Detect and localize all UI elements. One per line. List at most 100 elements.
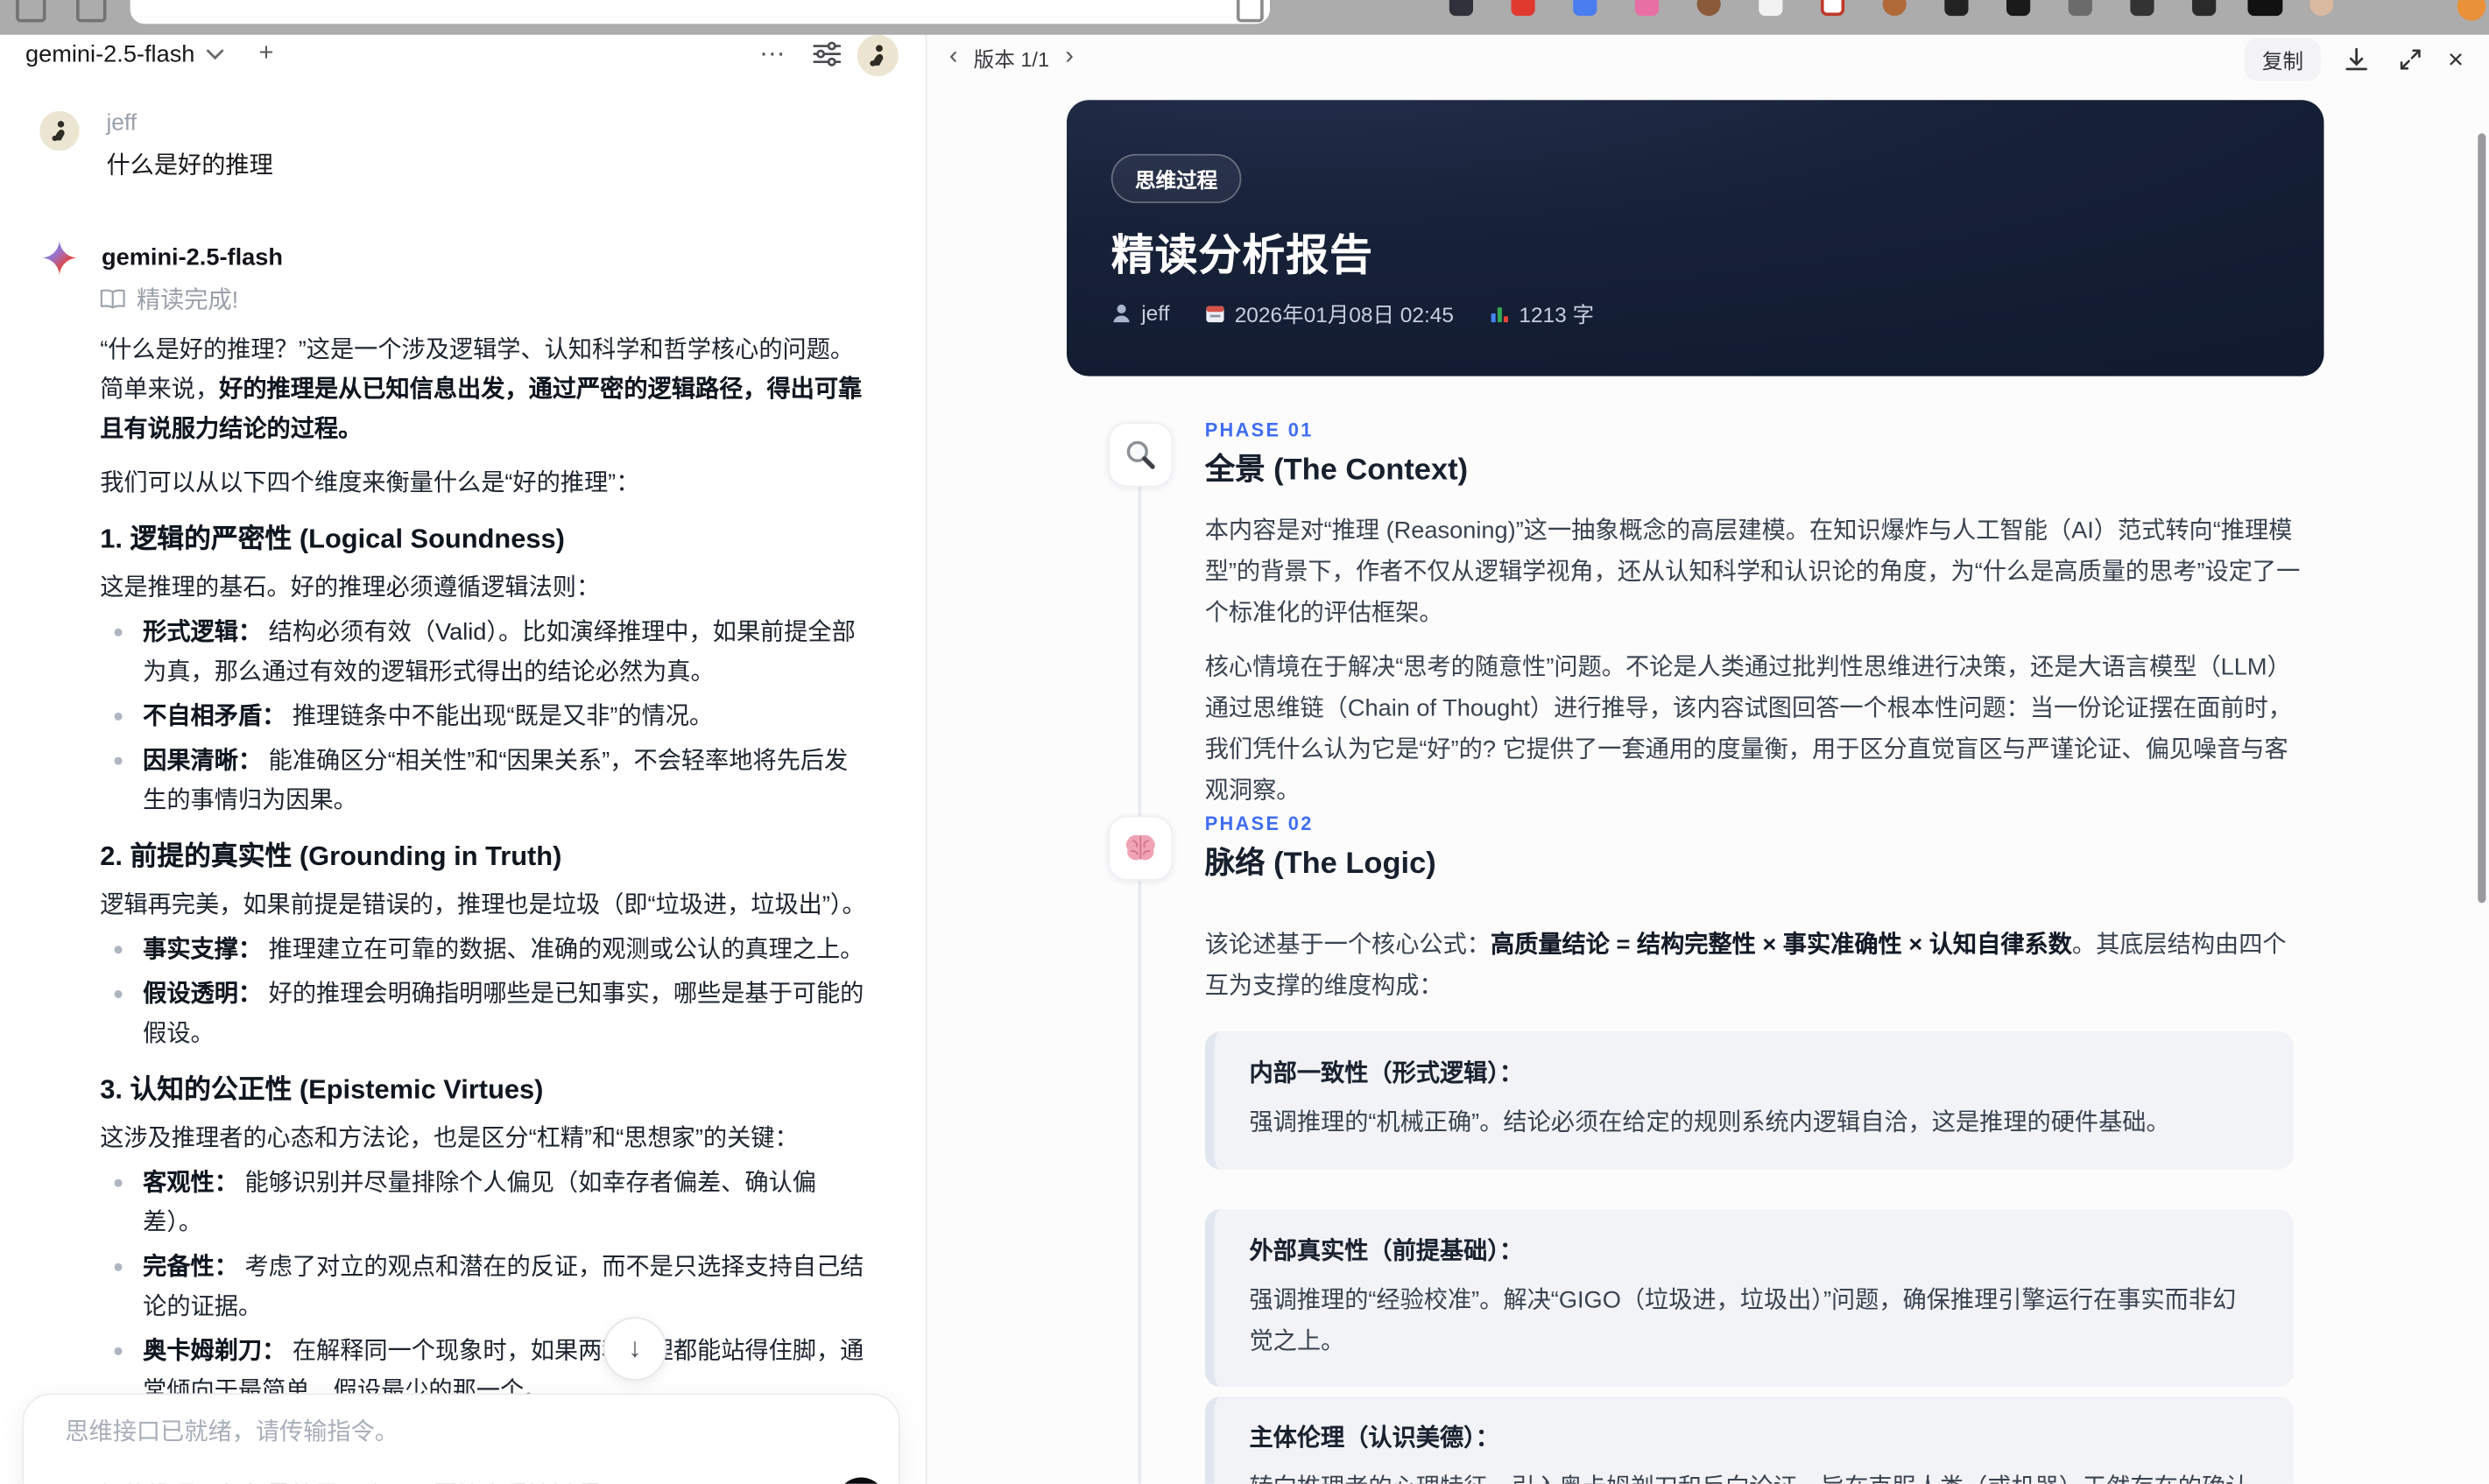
expand-button[interactable] (2391, 40, 2429, 79)
report-title: 精读分析报告 (1111, 221, 1373, 283)
report-word-count: 1213 字 (1489, 297, 1594, 328)
browser-toolbar (0, 0, 2489, 35)
phase1-icon-box (1108, 422, 1173, 487)
list-item: 不自相矛盾： 推理链条中不能出现“既是又非”的情况。 (100, 697, 870, 736)
list-item: 形式逻辑： 结构必须有效（Valid）。比如演绎推理中，如果前提全部为真，那么通… (100, 613, 870, 693)
extension-icon[interactable] (1821, 0, 1844, 16)
phase1-paragraph: 核心情境在于解决“思考的随意性”问题。不论是人类通过批判性思维进行决策，还是大语… (1205, 648, 2301, 813)
chevron-down-icon (206, 49, 223, 60)
card-body: 转向推理者的心理特征。引入奥卡姆剃刀和反向论证，旨在克服人类（或机器）天然存在的… (1249, 1468, 2259, 1484)
version-label: 版本 1/1 (974, 42, 1049, 72)
extension-icon[interactable] (2130, 0, 2154, 16)
phase2-title: 脉络 (The Logic) (1205, 840, 1436, 883)
gemini-logo-icon (41, 239, 78, 276)
phase2-intro: 该论述基于一个核心公式：高质量结论 = 结构完整性 × 事实准确性 × 认知自律… (1205, 925, 2301, 1008)
section-heading: 2. 前提的真实性 (Grounding in Truth) (100, 838, 870, 876)
assistant-name: gemini-2.5-flash (102, 243, 283, 271)
message-composer: + (22, 1393, 899, 1483)
download-button[interactable] (2337, 40, 2375, 79)
more-options-button[interactable]: … (758, 35, 787, 64)
section-intro: 这是推理的基石。好的推理必须遵循逻辑法则： (100, 568, 870, 608)
scroll-to-bottom-button[interactable]: ↓ (603, 1317, 667, 1381)
section-intro: 逻辑再完美，如果前提是错误的，推理也是垃圾（即“垃圾进，垃圾出”）。 (100, 885, 870, 925)
report-badge: 思维过程 (1111, 154, 1242, 203)
user-avatar[interactable] (857, 35, 899, 76)
list-item: 事实支撑： 推理建立在可靠的数据、准确的观测或公认的真理之上。 (100, 930, 870, 969)
phase1-title: 全景 (The Context) (1205, 446, 1468, 489)
assistant-status: 精读完成! (100, 283, 870, 316)
report-date: 2026年01月08日 02:45 (1204, 297, 1454, 328)
calendar-icon (1204, 302, 1225, 323)
list-item: 客观性： 能够识别并尽量排除个人偏见（如幸存者偏差、确认偏差）。 (100, 1164, 870, 1243)
phase1-paragraph: 本内容是对“推理 (Reasoning)”这一抽象概念的高层建模。在知识爆炸与人… (1205, 511, 2301, 635)
list-item: 因果清晰： 能准确区分“相关性”和“因果关系”，不会轻率地将先后发生的事情归为因… (100, 741, 870, 820)
assistant-message: gemini-2.5-flash 精读完成! “什么是好的推理？”这是一个涉及逻… (41, 238, 873, 1484)
extension-icon[interactable] (1512, 0, 1535, 16)
next-version-button[interactable]: › (1059, 41, 1080, 73)
phase2-icon-box (1108, 816, 1173, 881)
extension-icon[interactable] (1944, 0, 1968, 16)
extension-icon[interactable] (1759, 0, 1782, 16)
browser-tab[interactable] (130, 0, 1270, 24)
browser-reload-icon[interactable] (76, 0, 106, 22)
book-icon (100, 289, 125, 310)
logic-card: 主体伦理（认识美德）： 转向推理者的心理特征。引入奥卡姆剃刀和反向论证，旨在克服… (1205, 1396, 2294, 1484)
phase2-label: PHASE 02 (1205, 812, 1314, 834)
card-title: 外部真实性（前提基础）： (1249, 1233, 2259, 1266)
extension-icon[interactable] (1635, 0, 1659, 16)
extension-icon[interactable] (2248, 0, 2283, 16)
scrollbar-thumb[interactable] (2478, 133, 2485, 903)
extension-icon[interactable] (2192, 0, 2216, 16)
message-input[interactable] (62, 1417, 830, 1447)
arrow-down-icon: ↓ (628, 1333, 641, 1365)
card-body: 强调推理的“机械正确”。结论必须在给定的规则系统内逻辑自洽，这是推理的硬件基础。 (1249, 1103, 2259, 1143)
extension-icon[interactable] (2457, 0, 2486, 21)
phase-timeline (1139, 432, 1142, 1484)
user-name: jeff (106, 111, 272, 137)
card-title: 主体伦理（认识美德）： (1249, 1420, 2259, 1453)
avatar-image (857, 35, 899, 76)
preview-panel: ‹ 版本 1/1 › 复制 × 思维过程 精读分析报告 (927, 35, 2489, 1484)
chat-header: gemini-2.5-flash + … (0, 35, 926, 82)
report-author: jeff (1111, 300, 1170, 324)
download-icon (2344, 46, 2367, 72)
model-selector[interactable]: gemini-2.5-flash (25, 41, 223, 68)
card-title: 内部一致性（形式逻辑）： (1249, 1055, 2259, 1088)
person-icon (1111, 302, 1132, 323)
settings-sliders-icon[interactable] (813, 41, 842, 74)
search-icon (1124, 438, 1157, 471)
list-item: 假设透明： 好的推理会明确指明哪些是已知事实，哪些是基于可能的假设。 (100, 974, 870, 1054)
expand-icon (2398, 47, 2422, 71)
profile-avatar[interactable] (2309, 0, 2333, 16)
chat-panel: gemini-2.5-flash + … (0, 35, 926, 1484)
prev-version-button[interactable]: ‹ (943, 41, 964, 73)
section-heading: 3. 认知的公正性 (Epistemic Virtues) (100, 1071, 870, 1109)
extension-icon[interactable] (1883, 0, 1907, 16)
extension-icon[interactable] (2069, 0, 2092, 16)
brain-icon (1124, 833, 1157, 863)
extension-icon[interactable] (1573, 0, 1597, 16)
assistant-paragraph: 我们可以从以下四个维度来衡量什么是“好的推理”： (100, 463, 870, 503)
assistant-paragraph: “什么是好的推理？”这是一个涉及逻辑学、认知科学和哲学核心的问题。简单来说，好的… (100, 330, 870, 449)
user-message-text: 什么是好的推理 (106, 148, 272, 181)
phase1-label: PHASE 01 (1205, 419, 1314, 441)
card-body: 强调推理的“经验校准”。解决“GIGO（垃圾进，垃圾出）”问题，确保推理引擎运行… (1249, 1281, 2259, 1361)
version-nav: ‹ 版本 1/1 › (943, 41, 1080, 73)
extension-icon[interactable] (2006, 0, 2030, 16)
new-chat-button[interactable]: + (258, 39, 273, 68)
browser-back-icon[interactable] (16, 0, 46, 22)
extension-icon[interactable] (1697, 0, 1721, 16)
report-meta: jeff 2026年01月08日 02:45 1213 字 (1111, 297, 1594, 328)
section-heading: 1. 逻辑的严密性 (Logical Soundness) (100, 521, 870, 559)
clipboard-icon[interactable] (1237, 0, 1264, 22)
logic-card: 外部真实性（前提基础）： 强调推理的“经验校准”。解决“GIGO（垃圾进，垃圾出… (1205, 1209, 2294, 1387)
user-avatar-small (39, 111, 79, 151)
screen: gemini-2.5-flash + … (0, 0, 2489, 1484)
bar-chart-icon (1489, 302, 1510, 323)
extension-icon[interactable] (1449, 0, 1473, 16)
preview-actions: 复制 × (2245, 39, 2467, 81)
model-name: gemini-2.5-flash (25, 41, 194, 68)
app-window: gemini-2.5-flash + … (0, 35, 2489, 1484)
close-button[interactable]: × (2444, 44, 2466, 75)
copy-button[interactable]: 复制 (2245, 39, 2321, 81)
